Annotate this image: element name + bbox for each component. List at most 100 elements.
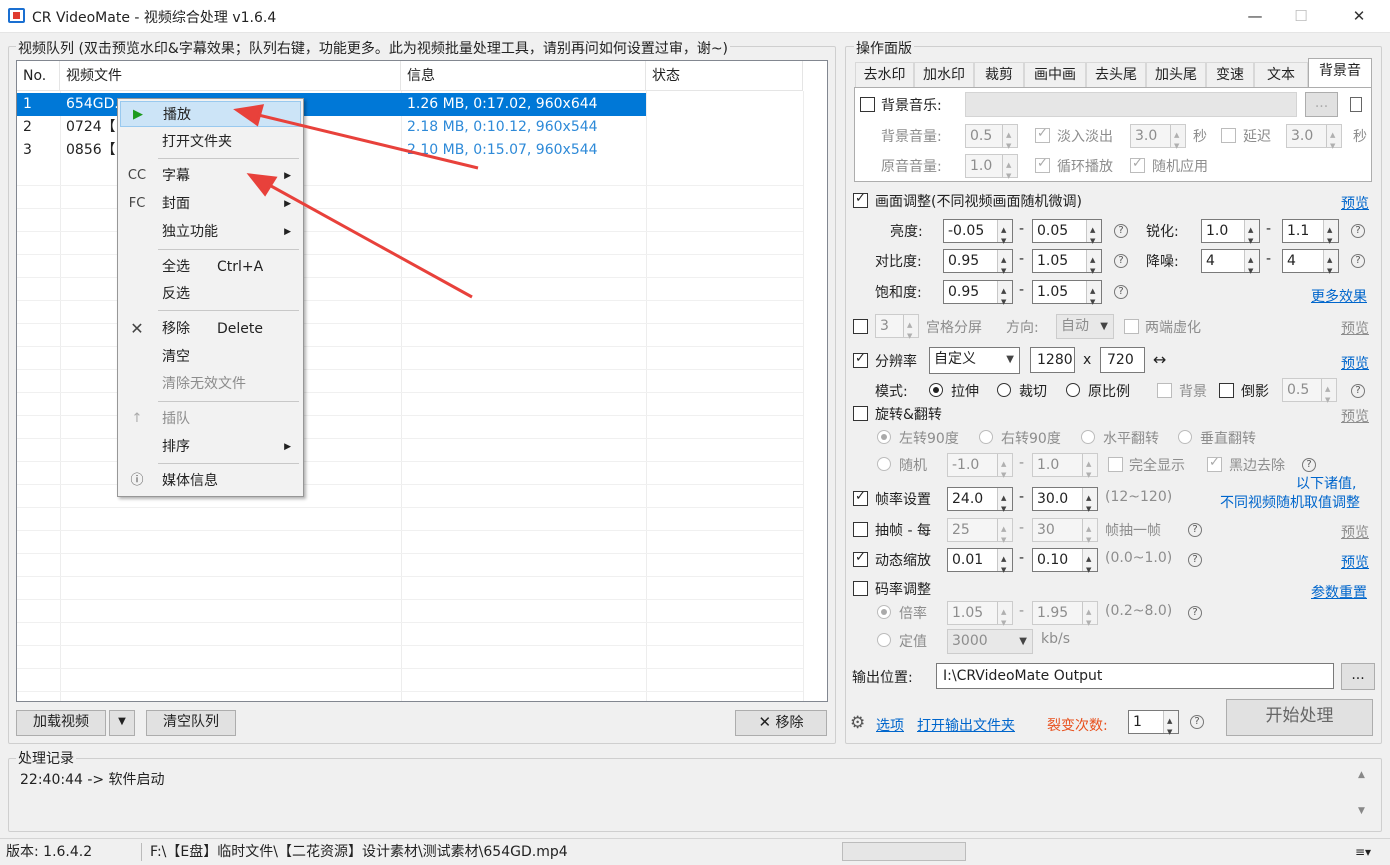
bgm-path-input[interactable] (965, 92, 1297, 117)
tab-trim[interactable]: 去头尾 (1086, 62, 1146, 87)
tab-add-head-tail[interactable]: 加头尾 (1146, 62, 1206, 87)
tab-add-watermark[interactable]: 加水印 (914, 62, 974, 87)
maximize-button[interactable]: ☐ (1278, 0, 1324, 33)
bitrate-ratio-radio[interactable] (877, 605, 891, 619)
denoise-min-spinner[interactable]: 4 (1201, 249, 1260, 282)
shadow-spinner[interactable]: 0.5 (1282, 378, 1337, 411)
help-icon[interactable]: ? (1302, 458, 1316, 472)
close-button[interactable]: ✕ (1336, 0, 1382, 33)
crop-radio[interactable] (997, 383, 1011, 397)
rotate-checkbox[interactable] (853, 406, 868, 421)
resolution-width-input[interactable]: 1280 (1030, 347, 1075, 373)
gear-icon[interactable]: ⚙ (850, 713, 865, 733)
bitrate-ratio-max-spinner[interactable]: 1.95 (1032, 601, 1098, 634)
bgm-checkbox[interactable] (860, 97, 875, 112)
log-scrollbar[interactable]: ▲ ▼ (1354, 766, 1374, 826)
help-icon[interactable]: ? (1114, 224, 1128, 238)
background-checkbox[interactable] (1157, 383, 1172, 398)
tab-pip[interactable]: 画中画 (1024, 62, 1086, 87)
vflip-radio[interactable] (1178, 430, 1192, 444)
sharpen-max-spinner[interactable]: 1.1 (1282, 219, 1339, 252)
delay-checkbox[interactable] (1221, 128, 1236, 143)
framerate-max-spinner[interactable]: 30.0 (1032, 487, 1098, 520)
resolution-mode-select[interactable]: 自定义 ▼ (929, 347, 1020, 374)
help-icon[interactable]: ? (1114, 254, 1128, 268)
bitrate-fixed-select[interactable]: 3000 ▼ (947, 629, 1033, 654)
remove-black-checkbox[interactable] (1207, 455, 1222, 472)
scroll-up-icon[interactable]: ▲ (1358, 770, 1365, 780)
grid-split-checkbox[interactable] (853, 319, 868, 334)
bitrate-ratio-min-spinner[interactable]: 1.05 (947, 601, 1013, 634)
grid-count-spinner[interactable]: 3 (875, 314, 919, 347)
stretch-radio[interactable] (929, 383, 943, 397)
delay-spinner[interactable]: 3.0 (1286, 124, 1342, 157)
zoom-max-spinner[interactable]: 0.10 (1032, 548, 1098, 581)
output-browse-button[interactable]: ... (1341, 663, 1375, 690)
contrast-max-spinner[interactable]: 1.05 (1032, 249, 1102, 282)
saturation-min-spinner[interactable]: 0.95 (943, 280, 1013, 313)
rotate-preview-link[interactable]: 预览 (1341, 406, 1369, 426)
grid-preview-link[interactable]: 预览 (1341, 318, 1369, 338)
resolution-checkbox[interactable] (853, 351, 868, 368)
open-output-folder-link[interactable]: 打开输出文件夹 (917, 715, 1015, 735)
help-icon[interactable]: ? (1351, 224, 1365, 238)
full-show-checkbox[interactable] (1108, 457, 1123, 472)
clear-queue-button[interactable]: 清空队列 (146, 710, 236, 736)
tab-remove-watermark[interactable]: 去水印 (855, 62, 914, 87)
denoise-max-spinner[interactable]: 4 (1282, 249, 1339, 282)
frame-drop-max-spinner[interactable]: 30 (1032, 518, 1098, 551)
bitrate-checkbox[interactable] (853, 581, 868, 596)
frame-drop-min-spinner[interactable]: 25 (947, 518, 1013, 551)
resolution-preview-link[interactable]: 预览 (1341, 353, 1369, 373)
tab-speed[interactable]: 变速 (1206, 62, 1254, 87)
minimize-button[interactable]: — (1232, 0, 1278, 33)
fade-checkbox[interactable] (1035, 126, 1050, 143)
direction-select[interactable]: 自动 ▼ (1056, 314, 1114, 339)
bgm-browse-button[interactable]: ... (1305, 92, 1338, 117)
contrast-min-spinner[interactable]: 0.95 (943, 249, 1013, 282)
zoom-preview-link[interactable]: 预览 (1341, 552, 1369, 572)
scroll-down-icon[interactable]: ▼ (1358, 806, 1365, 816)
load-video-button[interactable]: 加载视频 (16, 710, 106, 736)
zoom-min-spinner[interactable]: 0.01 (947, 548, 1013, 581)
tab-bgm[interactable]: 背景音 (1308, 58, 1372, 88)
help-icon[interactable]: ? (1188, 523, 1202, 537)
hflip-radio[interactable] (1081, 430, 1095, 444)
help-icon[interactable]: ? (1188, 553, 1202, 567)
help-icon[interactable]: ? (1351, 384, 1365, 398)
swap-icon[interactable]: ↔ (1153, 350, 1166, 369)
ratio-radio[interactable] (1066, 383, 1080, 397)
resolution-height-input[interactable]: 720 (1100, 347, 1145, 373)
options-link[interactable]: 选项 (876, 715, 904, 735)
bgm-volume-spinner[interactable]: 0.5 (965, 124, 1018, 157)
tab-crop[interactable]: 裁剪 (974, 62, 1024, 87)
random-apply-checkbox[interactable] (1130, 156, 1145, 173)
random-rotate-min-spinner[interactable]: -1.0 (947, 453, 1013, 486)
menu-icon[interactable]: ≡▾ (1355, 839, 1371, 865)
orig-volume-spinner[interactable]: 1.0 (965, 154, 1018, 187)
fade-spinner[interactable]: 3.0 (1130, 124, 1186, 157)
fission-spinner[interactable]: 1 (1128, 710, 1179, 743)
file-icon[interactable] (1350, 97, 1362, 112)
help-icon[interactable]: ? (1188, 606, 1202, 620)
frame-drop-checkbox[interactable] (853, 522, 868, 537)
picture-adjust-checkbox[interactable] (853, 191, 868, 208)
help-icon[interactable]: ? (1351, 254, 1365, 268)
saturation-max-spinner[interactable]: 1.05 (1032, 280, 1102, 313)
framerate-checkbox[interactable] (853, 489, 868, 506)
start-process-button[interactable]: 开始处理 (1226, 699, 1373, 736)
brightness-min-spinner[interactable]: -0.05 (943, 219, 1013, 252)
more-effects-link[interactable]: 更多效果 (1311, 286, 1367, 306)
random-rotate-radio[interactable] (877, 457, 891, 471)
tab-text[interactable]: 文本 (1254, 62, 1308, 87)
dynamic-zoom-checkbox[interactable] (853, 550, 868, 567)
random-rotate-max-spinner[interactable]: 1.0 (1032, 453, 1098, 486)
help-icon[interactable]: ? (1190, 715, 1204, 729)
load-video-dropdown[interactable]: ▼ (109, 710, 135, 736)
frame-drop-preview-link[interactable]: 预览 (1341, 522, 1369, 542)
framerate-min-spinner[interactable]: 24.0 (947, 487, 1013, 520)
remove-button[interactable]: ✕ 移除 (735, 710, 827, 736)
rotate-right-radio[interactable] (979, 430, 993, 444)
rotate-left-radio[interactable] (877, 430, 891, 444)
output-path-input[interactable]: I:\CRVideoMate Output (936, 663, 1334, 689)
